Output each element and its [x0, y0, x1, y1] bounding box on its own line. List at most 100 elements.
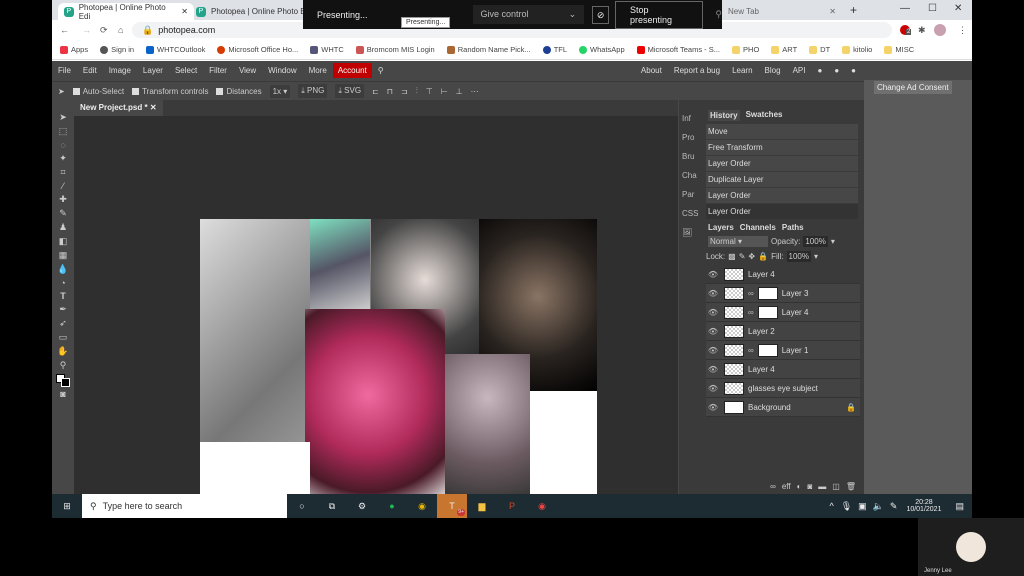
export-svg-button[interactable]: ⤓ SVG — [335, 84, 365, 98]
bookmark-folder[interactable]: ART — [771, 45, 797, 54]
panel-css[interactable]: CSS — [679, 205, 704, 224]
lasso-tool-icon[interactable]: ◌ — [60, 140, 65, 150]
dropdown-icon[interactable]: ▾ — [814, 252, 818, 261]
visibility-eye-icon[interactable]: 👁 — [706, 384, 720, 393]
panel-properties[interactable]: Pro — [679, 129, 704, 148]
workspace[interactable] — [74, 116, 678, 500]
image-icon[interactable]: 🖼 — [679, 224, 704, 243]
dropdown-icon[interactable]: ▾ — [831, 237, 835, 246]
avatar[interactable] — [934, 24, 946, 36]
tab-paths[interactable]: Paths — [782, 223, 804, 232]
search-icon[interactable]: ⚲ — [372, 66, 390, 75]
file-explorer-icon[interactable]: ▆ — [467, 494, 497, 518]
link-learn[interactable]: Learn — [726, 66, 758, 75]
forward-icon[interactable]: → — [82, 25, 91, 35]
move-tool-icon[interactable]: ➤ — [59, 112, 67, 123]
visibility-eye-icon[interactable]: 👁 — [706, 327, 720, 336]
history-item[interactable]: Duplicate Layer — [706, 172, 858, 187]
home-icon[interactable]: ⌂ — [118, 25, 123, 35]
align-vertical-icon[interactable]: ⫶ — [416, 86, 418, 96]
layer-row[interactable]: 👁 Background 🔒 — [706, 398, 860, 417]
twitter-icon[interactable]: ● — [828, 66, 845, 75]
maximize-icon[interactable]: ☐ — [928, 3, 937, 14]
bookmark[interactable]: WhatsApp — [579, 45, 625, 54]
change-ad-consent-button[interactable]: Change Ad Consent — [874, 81, 952, 94]
export-png-button[interactable]: ⤓ PNG — [298, 84, 328, 98]
bookmark[interactable]: Sign in — [100, 45, 134, 54]
tab-history[interactable]: History — [708, 110, 740, 121]
blur-icon[interactable]: 💧 — [57, 264, 68, 275]
bookmark-folder[interactable]: MISC — [884, 45, 914, 54]
panel-brush[interactable]: Bru — [679, 148, 704, 167]
panel-character[interactable]: Cha — [679, 167, 704, 186]
back-icon[interactable]: ← — [60, 25, 69, 35]
adjustment-icon[interactable]: ◐ — [797, 482, 802, 491]
layer-row[interactable]: 👁 ∞ Layer 4 — [706, 303, 860, 322]
bookmark-folder[interactable]: DT — [809, 45, 830, 54]
history-item[interactable]: Layer Order — [706, 156, 858, 171]
shape-tool-icon[interactable]: ▭ — [59, 332, 68, 343]
network-icon[interactable]: ▣ — [855, 501, 870, 512]
fill-field[interactable]: 100% — [786, 251, 811, 262]
layer-row[interactable]: 👁 ∞ Layer 3 — [706, 284, 860, 303]
notifications-icon[interactable]: ▤ — [947, 501, 972, 512]
zoom-select[interactable]: 1x ▾ — [269, 84, 291, 98]
bookmark[interactable]: TFL — [542, 45, 567, 54]
tray-chevron-icon[interactable]: ^ — [825, 501, 837, 511]
align-top-icon[interactable]: ⊤ — [426, 87, 433, 96]
task-view-icon[interactable]: ⧉ — [317, 494, 347, 518]
windows-start-icon[interactable]: ⊞ — [52, 494, 82, 518]
magic-wand-icon[interactable]: ✦ — [59, 153, 67, 164]
chrome-profile-icon[interactable]: ◉ — [527, 494, 557, 518]
eraser-icon[interactable]: ◧ — [59, 236, 68, 247]
menu-layer[interactable]: Layer — [137, 66, 169, 75]
bookmark-folder[interactable]: PHO — [732, 45, 759, 54]
menu-filter[interactable]: Filter — [203, 66, 233, 75]
stamp-icon[interactable]: ♟ — [59, 222, 67, 233]
history-item[interactable]: Free Transform — [706, 140, 858, 155]
distances-checkbox[interactable]: Distances — [216, 87, 262, 96]
microphone-icon[interactable]: 🎙 — [838, 501, 855, 512]
account-button[interactable]: Account — [332, 63, 372, 78]
align-middle-icon[interactable]: ⊢ — [441, 87, 448, 96]
blend-mode-select[interactable]: Normal ▾ — [708, 236, 768, 247]
link-about[interactable]: About — [635, 66, 668, 75]
path-select-icon[interactable]: ➶ — [59, 318, 67, 329]
reddit-icon[interactable]: ● — [811, 66, 828, 75]
gradient-icon[interactable]: ▦ — [59, 250, 68, 261]
visibility-eye-icon[interactable]: 👁 — [706, 365, 720, 374]
lock-all-icon[interactable]: 🔒 — [758, 252, 768, 261]
minimize-icon[interactable]: — — [900, 3, 910, 14]
visibility-eye-icon[interactable]: 👁 — [706, 308, 720, 317]
brush-icon[interactable]: ✎ — [59, 208, 67, 219]
taskbar-search[interactable]: ⚲ Type here to search — [82, 494, 287, 518]
lock-transparency-icon[interactable]: ▩ — [728, 252, 736, 261]
menu-more[interactable]: More — [303, 66, 333, 75]
panel-info[interactable]: Inf — [679, 110, 704, 129]
bookmark[interactable]: Microsoft Teams - S... — [636, 45, 720, 54]
menu-icon[interactable]: ⋮ — [958, 25, 967, 36]
align-right-icon[interactable]: ⊐ — [401, 87, 408, 96]
tab-channels[interactable]: Channels — [740, 223, 776, 232]
zoom-tool-icon[interactable]: ⚲ — [60, 360, 67, 371]
mask-icon[interactable]: ◙ — [807, 482, 812, 491]
new-tab-icon[interactable]: + — [850, 3, 857, 17]
browser-tab[interactable]: New Tab ✕ — [722, 3, 842, 20]
layer-row[interactable]: 👁 Layer 2 — [706, 322, 860, 341]
history-item[interactable]: Layer Order — [706, 188, 858, 203]
layer-row[interactable]: 👁 glasses eye subject — [706, 379, 860, 398]
menu-file[interactable]: File — [52, 66, 77, 75]
layer-row[interactable]: 👁 Layer 4 — [706, 265, 860, 284]
hand-tool-icon[interactable]: ✋ — [57, 346, 68, 357]
pause-sharing-icon[interactable]: ⊘ — [592, 5, 610, 24]
quick-mask-icon[interactable]: ◙ — [60, 389, 65, 399]
spotify-icon[interactable]: ● — [377, 494, 407, 518]
align-left-icon[interactable]: ⊏ — [372, 87, 379, 96]
transform-controls-checkbox[interactable]: Transform controls — [132, 87, 208, 96]
bookmark[interactable]: Apps — [60, 45, 88, 54]
menu-image[interactable]: Image — [103, 66, 137, 75]
bookmark[interactable]: Random Name Pick... — [446, 45, 531, 54]
volume-icon[interactable]: 🔈 — [870, 501, 887, 512]
canvas-image[interactable] — [200, 219, 597, 500]
opacity-field[interactable]: 100% — [803, 236, 828, 247]
